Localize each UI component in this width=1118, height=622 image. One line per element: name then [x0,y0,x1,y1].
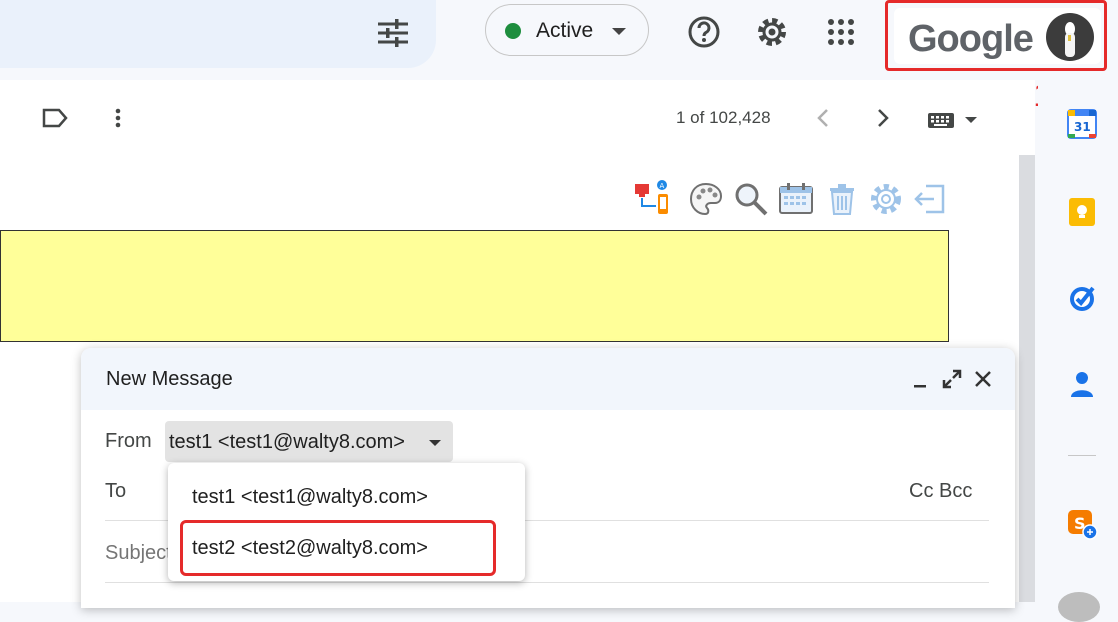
gear-icon[interactable] [752,12,792,52]
search-options-icon[interactable] [376,17,410,49]
apps-grid-icon[interactable] [821,12,861,52]
trash-icon[interactable] [824,181,858,215]
from-select-value: test1 <test1@walty8.com> [169,431,405,453]
caret-down-icon [429,440,441,446]
sign-out-icon[interactable] [912,181,946,215]
minimize-icon[interactable] [911,370,931,390]
account-highlight-box: Google [885,0,1107,71]
highlight-banner [0,230,949,342]
partial-avatar [1058,592,1100,622]
status-label: Active [536,19,594,42]
calendar-grid-icon[interactable] [778,181,813,215]
prev-icon[interactable] [812,106,834,130]
from-option-test1[interactable]: test1 <test1@walty8.com> [192,486,428,509]
keep-icon[interactable] [1066,196,1098,228]
account-button[interactable]: Google [894,8,1101,64]
translate-device-icon[interactable]: A [634,180,668,214]
from-label: From [105,430,152,452]
expand-icon[interactable] [941,368,963,390]
help-icon[interactable] [684,12,724,52]
close-icon[interactable] [972,368,994,390]
palette-icon[interactable] [688,181,723,216]
label-icon[interactable] [40,104,70,132]
to-label: To [105,480,127,502]
tasks-icon[interactable] [1066,282,1098,314]
contacts-icon[interactable] [1066,368,1098,400]
status-dropdown[interactable]: Active [485,4,649,56]
addon-icon[interactable]: S [1066,508,1098,540]
subject-field[interactable]: Subject [105,542,172,565]
avatar [1046,13,1094,61]
calendar-icon[interactable]: 31 [1066,108,1098,140]
search-icon[interactable] [733,181,768,216]
compose-title: New Message [106,368,233,390]
from-select[interactable]: test1 <test1@walty8.com> [165,421,453,462]
calendar-day: 31 [1074,120,1091,134]
divider [105,582,989,583]
caret-down-icon [612,28,626,35]
rail-divider [1068,455,1096,456]
settings-cog-icon[interactable] [868,181,902,215]
google-logo: Google [908,18,1034,60]
svg-text:A: A [660,182,665,190]
more-vert-icon[interactable] [108,104,128,132]
search-bar-end [0,0,436,68]
next-icon[interactable] [872,106,894,130]
option-highlight-box [180,520,496,576]
keyboard-icon[interactable] [926,108,982,132]
scrollbar[interactable] [1019,155,1035,602]
status-dot [505,23,521,39]
cc-bcc-link[interactable]: Cc Bcc [909,480,972,503]
pager-text: 1 of 102,428 [676,108,771,127]
